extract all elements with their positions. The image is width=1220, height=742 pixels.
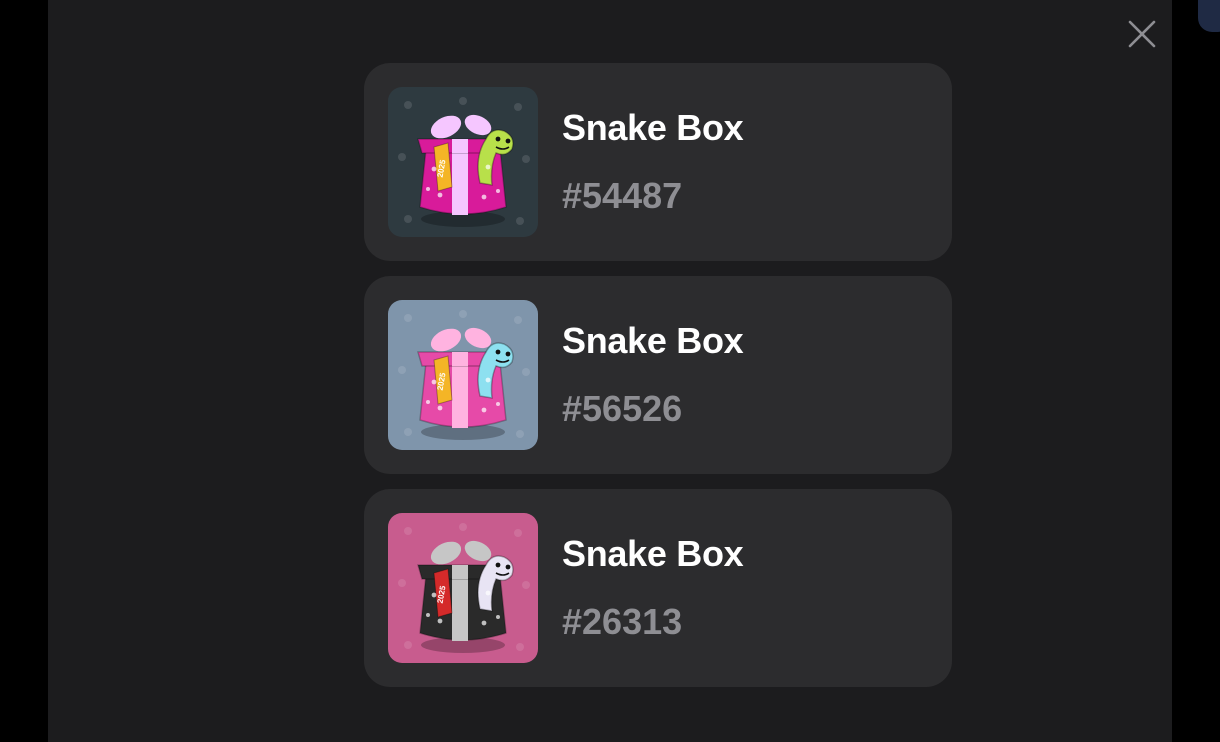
background-button-edge [1198,0,1220,32]
gift-list: 2025 Snake Box #54487 2025 Snake Box #56… [364,63,952,702]
gift-dialog: 2025 Snake Box #54487 2025 Snake Box #56… [48,0,1220,742]
gift-item[interactable]: 2025 Snake Box #26313 [364,489,952,687]
gift-thumbnail: 2025 [388,300,538,450]
gift-number: #56526 [562,388,683,429]
gift-title: Snake Box [562,320,744,361]
gift-box-icon: 2025 [388,513,538,663]
gift-number: #54487 [562,175,683,216]
gift-item[interactable]: 2025 Snake Box #56526 [364,276,952,474]
gift-box-icon: 2025 [388,300,538,450]
close-icon[interactable] [1124,16,1160,52]
gift-item[interactable]: 2025 Snake Box #54487 [364,63,952,261]
gift-thumbnail: 2025 [388,513,538,663]
gift-title: Snake Box [562,533,744,574]
gift-thumbnail: 2025 [388,87,538,237]
gift-box-icon: 2025 [388,87,538,237]
gift-number: #26313 [562,601,683,642]
gift-title: Snake Box [562,107,744,148]
